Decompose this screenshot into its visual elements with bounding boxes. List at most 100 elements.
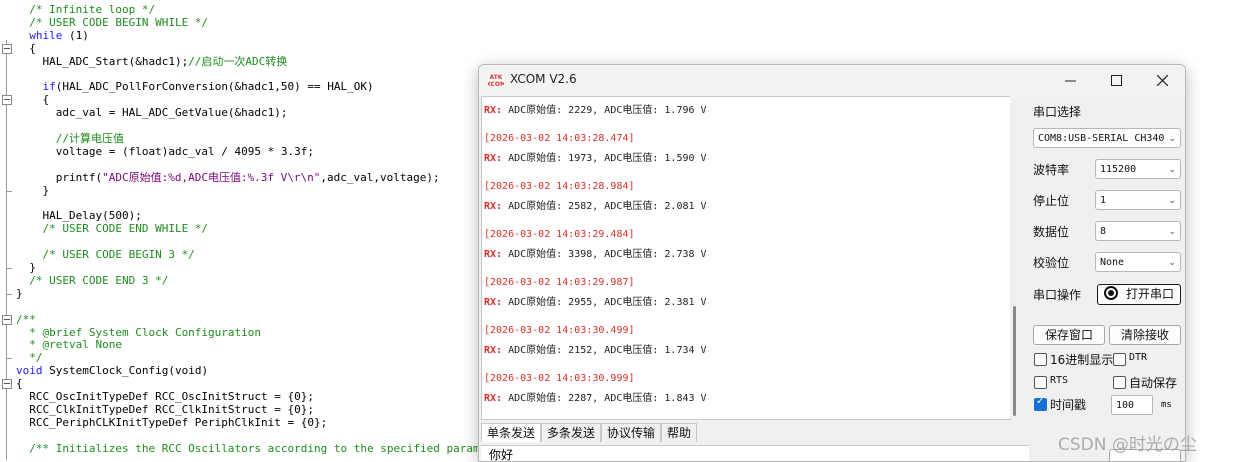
dtr-checkbox[interactable] bbox=[1113, 353, 1126, 366]
open-port-button[interactable]: 打开串口 bbox=[1097, 284, 1181, 305]
code-line: */ bbox=[16, 351, 43, 365]
tab-protocol[interactable]: 协议传输 bbox=[601, 423, 662, 442]
baud-label: 波特率 bbox=[1033, 163, 1070, 177]
baud-select[interactable]: 115200 ⌄ bbox=[1095, 159, 1181, 179]
stop-bits-label: 停止位 bbox=[1033, 194, 1070, 208]
stop-bits-value: 1 bbox=[1100, 195, 1107, 206]
code-line: while (1) bbox=[29, 28, 89, 42]
data-bits-value: 8 bbox=[1100, 226, 1107, 237]
title-bar[interactable]: ATK XCOM XCOM V2.6 bbox=[479, 65, 1185, 95]
rx-prefix: RX: bbox=[484, 297, 503, 308]
rx-prefix: RX: bbox=[484, 105, 503, 116]
minimize-icon bbox=[1064, 80, 1076, 81]
log-timestamp: [2026-03-02 14:03:28.984] bbox=[484, 181, 635, 192]
code-line: HAL_ADC_Start(&hadc1);//启动一次ADC转换 bbox=[16, 54, 288, 68]
code-line: /** bbox=[16, 312, 36, 326]
hex-display-label: 16进制显示 bbox=[1050, 353, 1114, 367]
code-line: RCC_ClkInitTypeDef RCC_ClkInitStruct = {… bbox=[16, 402, 315, 416]
log-timestamp: [2026-03-02 14:03:29.484] bbox=[484, 229, 635, 240]
log-entry: RX: ADC原始值: 2287, ADC电压值: 1.843 V bbox=[484, 389, 707, 404]
clear-receive-button[interactable]: 清除接收 bbox=[1109, 325, 1181, 345]
log-text: ADC原始值: 2152, ADC电压值: 1.734 V bbox=[502, 345, 707, 356]
fold-end-mark bbox=[6, 358, 12, 360]
code-line: { bbox=[16, 377, 23, 391]
data-bits-label: 数据位 bbox=[1033, 225, 1070, 239]
log-entry: RX: ADC原始值: 2955, ADC电压值: 2.381 V bbox=[484, 293, 707, 308]
code-line: } bbox=[16, 261, 36, 274]
log-entry: RX: ADC原始值: 2582, ADC电压值: 2.081 V bbox=[484, 197, 707, 212]
dtr-label: DTR bbox=[1129, 352, 1148, 363]
code-line: /* USER CODE END WHILE */ bbox=[16, 222, 209, 236]
code-line: printf("ADC原始值:%d,ADC电压值:%.3f V\r\n",adc… bbox=[16, 170, 440, 184]
rx-prefix: RX: bbox=[484, 393, 503, 404]
fold-toggle[interactable] bbox=[2, 43, 12, 54]
code-line: RCC_PeriphCLKInitTypeDef PeriphClkInit =… bbox=[16, 415, 328, 429]
log-text: ADC原始值: 3398, ADC电压值: 2.738 V bbox=[502, 249, 707, 260]
app-logo-icon: ATK XCOM bbox=[488, 73, 504, 87]
fold-end-mark bbox=[6, 190, 12, 192]
code-line: HAL_Delay(500); bbox=[16, 209, 142, 223]
rx-prefix: RX: bbox=[484, 249, 503, 260]
xcom-window: ATK XCOM XCOM V2.6 RX: ADC原始值: 2229, ADC… bbox=[478, 64, 1186, 462]
chevron-down-icon: ⌄ bbox=[1168, 165, 1176, 175]
send-tabs: 单条发送 多条发送 协议传输 帮助 bbox=[481, 421, 1021, 443]
port-op-label: 串口操作 bbox=[1033, 288, 1082, 302]
code-line: void SystemClock_Config(void) bbox=[16, 364, 209, 378]
log-timestamp: [2026-03-02 14:03:29.987] bbox=[484, 277, 635, 288]
send-input[interactable]: 你好 bbox=[481, 445, 1029, 461]
timestamp-checkbox[interactable] bbox=[1034, 396, 1047, 411]
minimize-button[interactable] bbox=[1047, 65, 1093, 95]
radio-on-icon bbox=[1103, 286, 1118, 300]
svg-text:ATK: ATK bbox=[490, 74, 503, 81]
parity-label: 校验位 bbox=[1033, 256, 1070, 270]
rx-prefix: RX: bbox=[484, 201, 503, 212]
close-icon bbox=[1156, 74, 1168, 86]
save-window-button[interactable]: 保存窗口 bbox=[1033, 325, 1105, 345]
parity-value: None bbox=[1100, 257, 1125, 268]
hex-display-checkbox[interactable] bbox=[1034, 353, 1047, 366]
port-label: 串口选择 bbox=[1033, 105, 1082, 119]
chevron-down-icon: ⌄ bbox=[1168, 196, 1176, 206]
fold-end-mark bbox=[6, 268, 12, 269]
tab-help[interactable]: 帮助 bbox=[661, 423, 698, 442]
code-line: adc_val = HAL_ADC_GetValue(&hadc1); bbox=[16, 106, 288, 120]
chevron-down-icon: ⌄ bbox=[1168, 134, 1176, 144]
chevron-down-icon: ⌄ bbox=[1168, 258, 1176, 268]
code-line: } bbox=[16, 183, 50, 197]
close-button[interactable] bbox=[1139, 65, 1185, 95]
interval-unit: ms bbox=[1161, 400, 1172, 410]
svg-text:XCOM: XCOM bbox=[488, 81, 504, 87]
code-line: * @brief System Clock Configuration bbox=[16, 325, 262, 339]
code-line: voltage = (float)adc_val / 4095 * 3.3f; bbox=[16, 144, 315, 158]
code-line: * @retval None bbox=[16, 338, 122, 352]
receive-area[interactable]: RX: ADC原始值: 2229, ADC电压值: 1.796 V [2026-0… bbox=[481, 96, 1011, 420]
maximize-icon bbox=[1110, 74, 1122, 86]
timestamp-interval-input[interactable]: 100 bbox=[1111, 395, 1153, 415]
log-text: ADC原始值: 2287, ADC电压值: 1.843 V bbox=[502, 393, 707, 404]
data-bits-select[interactable]: 8 ⌄ bbox=[1095, 221, 1181, 241]
code-line: /* Infinite loop */ bbox=[16, 3, 156, 16]
baud-value: 115200 bbox=[1100, 164, 1137, 175]
tab-single-send[interactable]: 单条发送 bbox=[481, 423, 542, 442]
port-value: COM8:USB-SERIAL CH340 bbox=[1038, 133, 1165, 144]
code-line: if(HAL_ADC_PollForConversion(&hadc1,50) … bbox=[42, 80, 374, 94]
code-line: } bbox=[16, 286, 23, 300]
window-title: XCOM V2.6 bbox=[510, 72, 577, 86]
maximize-button[interactable] bbox=[1093, 65, 1139, 95]
auto-save-checkbox[interactable] bbox=[1113, 376, 1126, 389]
port-select[interactable]: COM8:USB-SERIAL CH340 ⌄ bbox=[1033, 128, 1181, 148]
rx-prefix: RX: bbox=[484, 153, 503, 164]
fold-toggle[interactable] bbox=[2, 314, 12, 325]
stop-bits-select[interactable]: 1 ⌄ bbox=[1095, 190, 1181, 210]
tab-multi-send[interactable]: 多条发送 bbox=[541, 423, 602, 442]
fold-toggle[interactable] bbox=[2, 95, 12, 106]
log-timestamp: [2026-03-02 14:03:30.499] bbox=[484, 325, 635, 336]
fold-toggle[interactable] bbox=[2, 379, 12, 390]
receive-scrollbar[interactable] bbox=[1010, 96, 1020, 418]
timestamp-label: 时间戳 bbox=[1050, 398, 1087, 412]
rts-checkbox[interactable] bbox=[1034, 376, 1047, 389]
scrollbar-thumb[interactable] bbox=[1013, 306, 1016, 416]
parity-select[interactable]: None ⌄ bbox=[1095, 252, 1181, 272]
log-text: ADC原始值: 2955, ADC电压值: 2.381 V bbox=[502, 297, 707, 308]
code-line: /** Initializes the RCC Oscillators acco… bbox=[16, 441, 513, 455]
